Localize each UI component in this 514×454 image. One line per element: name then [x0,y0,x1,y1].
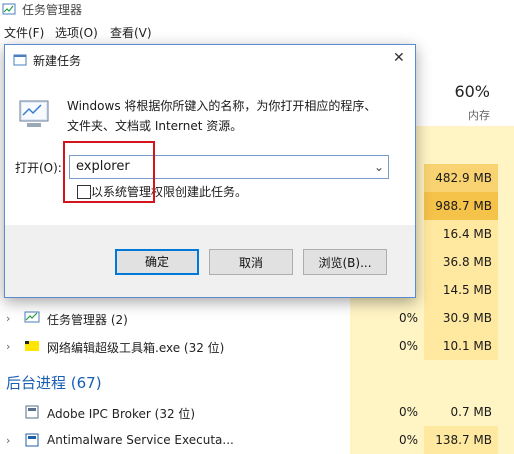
run-icon [13,54,27,66]
memory-cell: 988.7 MB [424,192,498,220]
background-processes-heading[interactable]: 后台进程 (67) [6,372,102,393]
section-gap [350,360,514,398]
memory-percent: 60% [454,82,490,101]
memory-cell: 14.5 MB [424,276,498,304]
ok-button[interactable]: 确定 [115,249,199,275]
memory-cell: 36.8 MB [424,248,498,276]
chevron-right-icon[interactable]: › [6,340,10,353]
process-name: Antimalware Service Executa... [47,433,234,447]
app-icon [25,341,39,351]
chevron-down-icon[interactable]: ⌄ [369,155,389,179]
cpu-cell: 0% [350,332,424,360]
window-title: 任务管理器 [22,3,83,17]
cpu-cell: 0% [350,304,424,332]
task-manager-titlebar: 任务管理器 [0,0,514,20]
menu-options[interactable]: 选项(O) [55,24,98,41]
memory-cell: 482.9 MB [424,164,498,192]
menu-view[interactable]: 查看(V) [110,24,152,41]
memory-column-header[interactable]: 60% 内存 [416,76,514,126]
highlight-annotation [63,141,155,203]
menu-bar: 文件(F) 选项(O) 查看(V) [0,22,514,42]
dialog-titlebar: 新建任务 ✕ [5,45,415,75]
table-row[interactable]: › 任务管理器 (2) 0% 30.9 MB [0,304,514,332]
process-name: 网络编辑超级工具箱.exe (32 位) [47,341,225,355]
chevron-right-icon[interactable]: › [6,312,10,325]
memory-cell: 10.1 MB [424,332,498,360]
cpu-cell: 0% [350,398,424,426]
memory-cell: 138.7 MB [424,426,498,454]
memory-cell: 0.7 MB [424,398,498,426]
app-icon [25,405,39,419]
browse-button[interactable]: 浏览(B)... [303,249,387,275]
table-row[interactable]: Adobe IPC Broker (32 位) 0% 0.7 MB [0,398,514,426]
task-manager-icon [24,311,40,323]
description-line-1: Windows 将根据你所键入的名称，为你打开相应的程序、 [67,99,377,113]
dialog-title: 新建任务 [33,54,82,68]
menu-file[interactable]: 文件(F) [4,24,44,41]
dialog-footer: 确定 取消 浏览(B)... [5,225,415,297]
task-manager-app-icon [2,3,16,15]
process-name: Adobe IPC Broker (32 位) [47,407,196,421]
cancel-button[interactable]: 取消 [209,249,293,275]
table-row[interactable]: › Antimalware Service Executa... 0% 138.… [0,426,514,454]
open-label: 打开(O): [15,161,62,175]
close-icon[interactable]: ✕ [393,50,405,66]
memory-label: 内存 [468,109,490,122]
description-line-2: 文件夹、文档或 Internet 资源。 [67,119,243,133]
new-task-dialog: 新建任务 ✕ Windows 将根据你所键入的名称，为你打开相应的程序、 文件夹… [4,44,416,298]
memory-cell: 30.9 MB [424,304,498,332]
memory-cell: 16.4 MB [424,220,498,248]
run-program-icon [19,100,49,127]
cpu-cell: 0% [350,426,424,454]
chevron-right-icon[interactable]: › [6,434,10,447]
table-row[interactable]: › 网络编辑超级工具箱.exe (32 位) 0% 10.1 MB [0,332,514,360]
app-icon [25,433,39,447]
process-name: 任务管理器 (2) [47,313,128,327]
